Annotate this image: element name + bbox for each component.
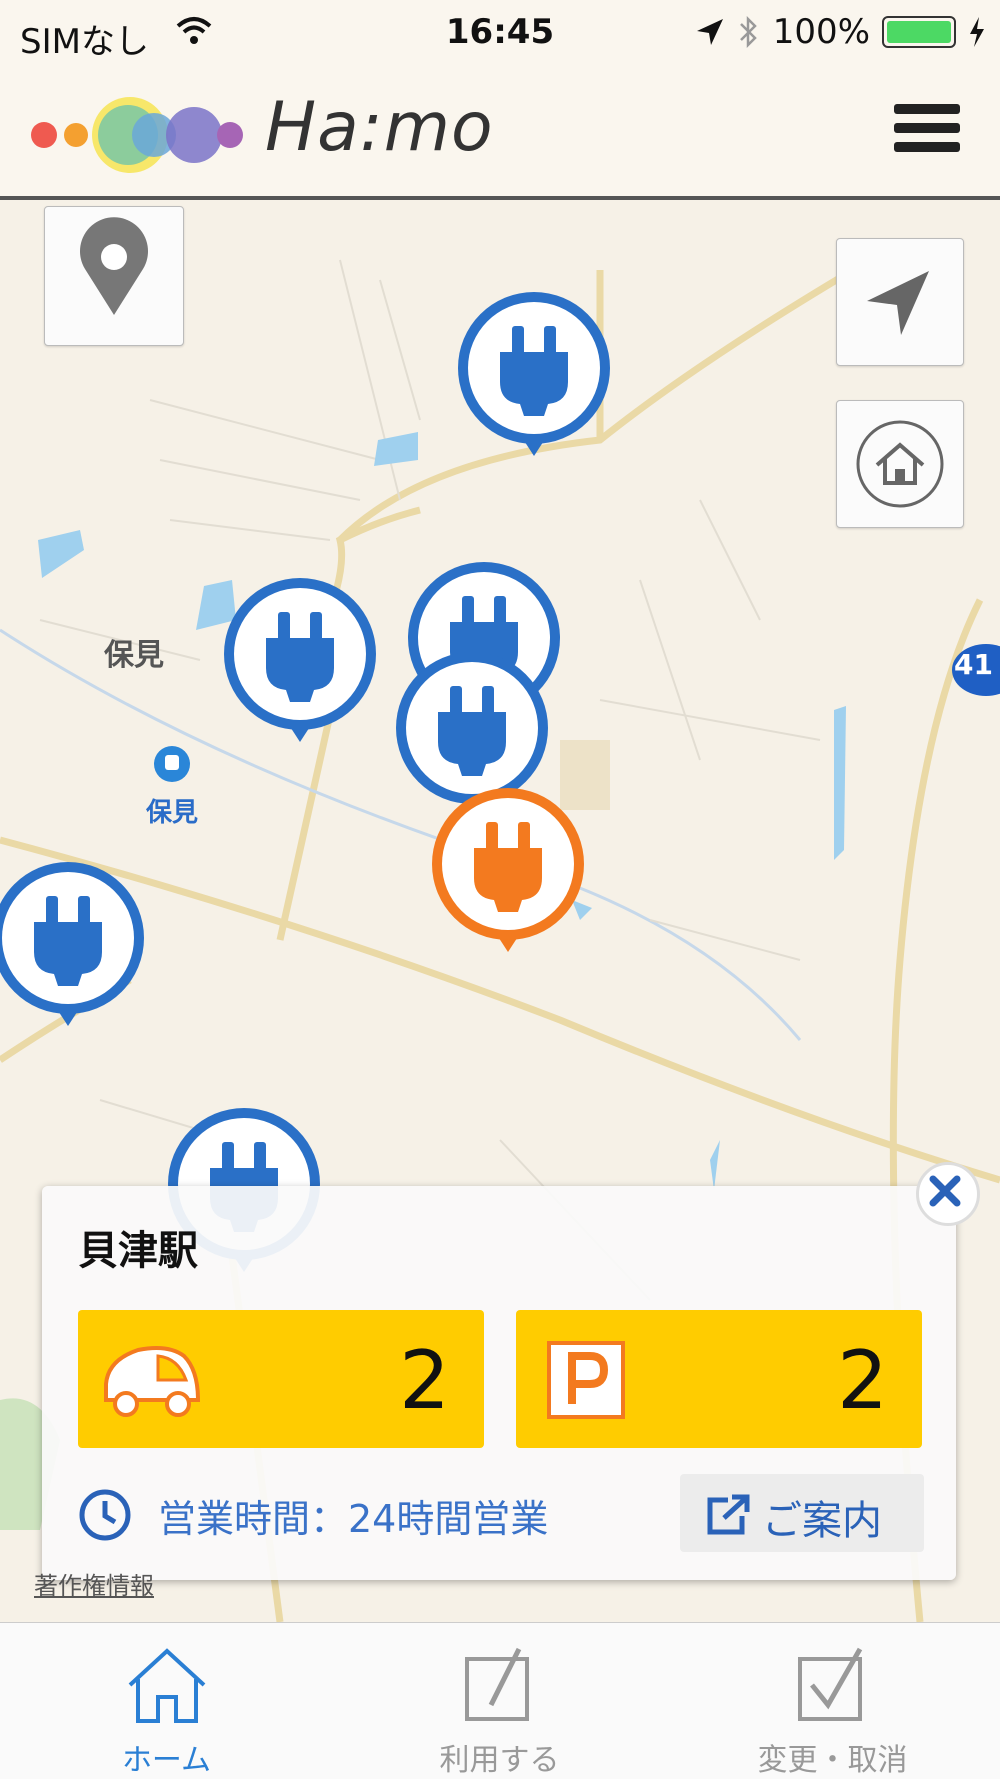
app-header: Ha:mo — [0, 68, 1000, 200]
brand-name: Ha:mo — [265, 88, 494, 167]
clock-icon — [79, 1489, 131, 1541]
battery-icon — [882, 16, 956, 48]
current-location-button[interactable] — [836, 238, 964, 366]
status-bar: SIMなし 16:45 100% — [0, 0, 1000, 68]
battery-percent: 100% — [772, 12, 870, 52]
navigation-arrow-icon — [867, 271, 929, 335]
directions-button[interactable]: ご案内 — [680, 1474, 924, 1552]
car-icon — [104, 1346, 201, 1417]
tab-change-cancel-label: 変更・取消 — [757, 1743, 908, 1778]
bottom-tab-bar: ホーム 利用する 変更・取消 — [0, 1622, 1000, 1779]
station-label-homi: 保見 — [146, 798, 199, 828]
pin-toggle-button[interactable] — [44, 206, 184, 346]
tab-use[interactable]: 利用する — [333, 1623, 666, 1779]
map-copyright-link[interactable]: 著作権情報 — [34, 1566, 154, 1601]
charging-icon — [970, 17, 984, 47]
bluetooth-icon — [739, 15, 757, 49]
home-location-button[interactable] — [836, 400, 964, 528]
tab-home-label: ホーム — [121, 1743, 212, 1778]
tab-home[interactable]: ホーム — [0, 1623, 333, 1779]
business-hours: 営業時間：24時間営業 — [158, 1497, 549, 1541]
map-pin-icon — [80, 217, 149, 315]
place-label-homi: 保見 — [104, 638, 164, 673]
home-icon — [128, 1648, 206, 1723]
cars-available-count: 2 — [399, 1334, 450, 1427]
edit-note-icon — [465, 1647, 529, 1721]
charging-station-pin[interactable] — [452, 286, 616, 486]
charging-station-pin[interactable] — [0, 856, 150, 1056]
cars-available-box: 2 — [78, 1310, 484, 1448]
location-arrow-icon — [696, 19, 723, 45]
parking-icon — [547, 1341, 625, 1419]
route-badge: 41 — [954, 648, 993, 681]
parking-available-count: 2 — [837, 1334, 888, 1427]
external-link-icon — [707, 1494, 750, 1535]
station-name: 貝津駅 — [78, 1228, 198, 1274]
directions-label: ご案内 — [762, 1498, 882, 1544]
tab-use-label: 利用する — [439, 1743, 560, 1778]
checkbox-icon — [798, 1647, 863, 1721]
charging-station-pin[interactable] — [218, 572, 382, 772]
close-icon — [929, 1175, 961, 1207]
tab-change-cancel[interactable]: 変更・取消 — [666, 1623, 999, 1779]
close-panel-button[interactable] — [916, 1162, 980, 1226]
station-info-panel: 貝津駅 2 2 営業時間：24時間営業 ご案内 — [42, 1186, 956, 1580]
home-circle-icon — [856, 420, 944, 508]
charging-station-pin-selected[interactable] — [426, 782, 590, 982]
parking-available-box: 2 — [516, 1310, 922, 1448]
hamburger-menu-button[interactable] — [894, 104, 960, 158]
train-station-icon — [154, 746, 190, 782]
